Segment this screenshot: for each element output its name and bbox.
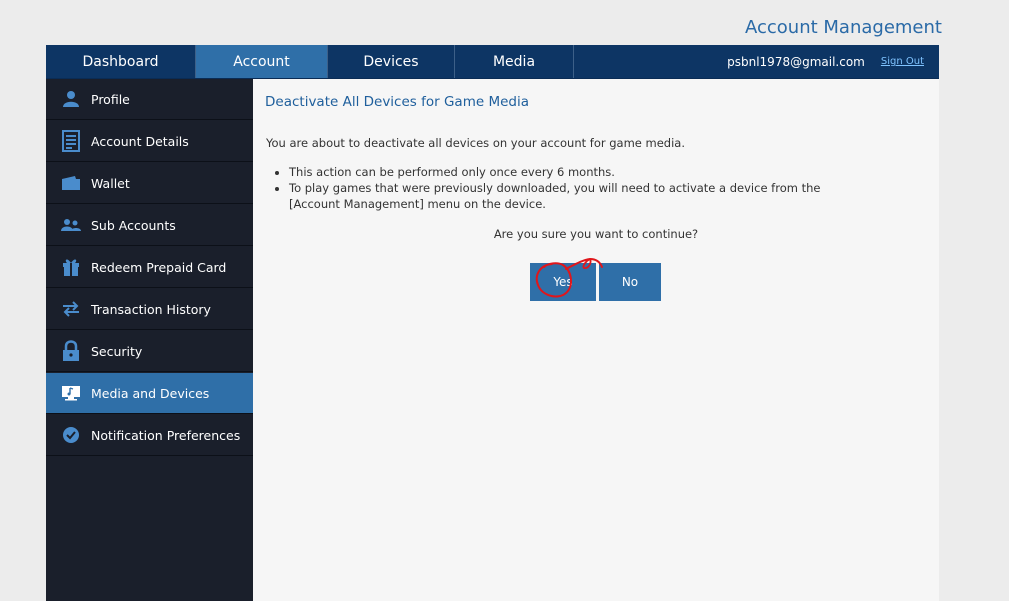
list-item: This action can be performed only once e… <box>289 164 859 180</box>
sidebar-item-profile[interactable]: Profile <box>46 79 253 120</box>
sidebar-item-label: Transaction History <box>91 301 211 317</box>
sidebar-item-label: Profile <box>91 91 130 107</box>
sidebar-item-label: Notification Preferences <box>91 427 241 443</box>
sign-out-link[interactable]: Sign Out <box>881 56 924 67</box>
sidebar-item-label: Sub Accounts <box>91 217 176 233</box>
sidebar-item-account-details[interactable]: Account Details <box>46 121 253 162</box>
sidebar: Profile Account Details Wallet Sub Accou… <box>46 79 253 601</box>
sidebar-item-redeem-prepaid-card[interactable]: Redeem Prepaid Card <box>46 247 253 288</box>
media-device-icon <box>60 382 82 404</box>
sidebar-item-label: Security <box>91 343 143 359</box>
top-navigation: Dashboard Account Devices Media psbnl197… <box>46 45 939 79</box>
page-title: Account Management <box>745 17 942 38</box>
notice-list: This action can be performed only once e… <box>273 164 859 212</box>
wallet-icon <box>60 172 82 194</box>
users-icon <box>60 214 82 236</box>
tab-media[interactable]: Media <box>455 45 574 78</box>
tab-devices[interactable]: Devices <box>328 45 455 78</box>
main-content: Deactivate All Devices for Game Media Yo… <box>253 79 939 601</box>
intro-text: You are about to deactivate all devices … <box>266 136 686 150</box>
swap-arrows-icon <box>60 298 82 320</box>
badge-icon <box>60 424 82 446</box>
sidebar-item-label: Media and Devices <box>91 385 210 401</box>
user-info: psbnl1978@gmail.com Sign Out <box>727 45 939 78</box>
user-email: psbnl1978@gmail.com <box>727 54 865 69</box>
sidebar-item-sub-accounts[interactable]: Sub Accounts <box>46 205 253 246</box>
gift-icon <box>60 256 82 278</box>
sidebar-item-label: Redeem Prepaid Card <box>91 259 227 275</box>
sidebar-item-wallet[interactable]: Wallet <box>46 163 253 204</box>
sidebar-item-label: Wallet <box>91 175 130 191</box>
sidebar-item-notification-preferences[interactable]: Notification Preferences <box>46 415 253 456</box>
sidebar-item-media-and-devices[interactable]: Media and Devices <box>46 373 253 414</box>
content-heading: Deactivate All Devices for Game Media <box>265 94 529 110</box>
tab-account[interactable]: Account <box>196 45 328 78</box>
sidebar-item-label: Account Details <box>91 133 189 149</box>
list-item: To play games that were previously downl… <box>289 180 859 212</box>
tab-dashboard[interactable]: Dashboard <box>46 45 196 78</box>
no-button[interactable]: No <box>599 263 661 301</box>
sidebar-item-transaction-history[interactable]: Transaction History <box>46 289 253 330</box>
yes-button[interactable]: Yes <box>530 263 596 301</box>
lock-icon <box>60 340 82 362</box>
document-icon <box>60 130 82 152</box>
sidebar-item-security[interactable]: Security <box>46 331 253 372</box>
confirm-question: Are you sure you want to continue? <box>493 227 699 241</box>
user-icon <box>60 88 82 110</box>
